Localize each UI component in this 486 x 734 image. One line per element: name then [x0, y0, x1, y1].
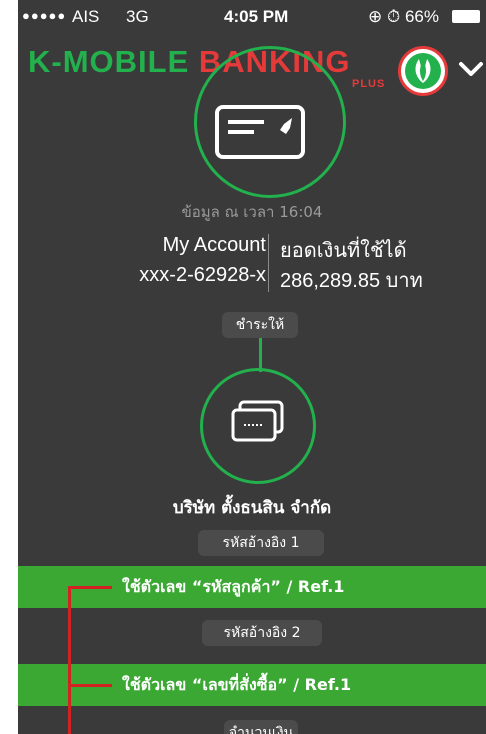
biller-company-name: บริษัท ตั้งธนสิน จำกัด	[172, 498, 332, 518]
pay-to-label: ชำระให้	[222, 312, 298, 338]
balance-timestamp: ข้อมูล ณ เวลา 16:04	[181, 203, 323, 221]
reference-1-label: รหัสอ้างอิง 1	[198, 530, 324, 556]
account-name: My Account	[162, 234, 266, 256]
credit-card-icon	[215, 105, 305, 159]
available-balance-label: ยอดเงินที่ใช้ได้	[280, 240, 407, 262]
kbank-logo-icon[interactable]	[398, 46, 448, 96]
status-bar: ●●●●● AIS 3G 4:05 PM ⊕ ⏱ 66%	[18, 0, 486, 34]
reference-1-hint: ใช้ตัวเลข “รหัสลูกค้า” / Ref.1	[122, 577, 345, 596]
signal-strength-icon: ●●●●●	[22, 8, 67, 23]
connector-line	[259, 338, 262, 372]
network-type: 3G	[126, 7, 149, 26]
carrier-name: AIS	[72, 7, 100, 26]
chevron-down-icon[interactable]	[456, 54, 486, 84]
available-balance-value: 286,289.85 บาท	[280, 270, 423, 292]
account-number: xxx-2-62928-x	[139, 264, 266, 286]
brand-k-mobile: K-MOBILE	[28, 44, 199, 79]
annotation-pointer-2	[68, 684, 112, 687]
reference-2-hint: ใช้ตัวเลข “เลขที่สั่งซื้อ” / Ref.1	[122, 675, 352, 694]
amount-label: จำนวนเงิน	[224, 720, 298, 734]
battery-percent: ⊕ ⏱ 66%	[368, 7, 439, 26]
status-time: 4:05 PM	[224, 7, 289, 26]
battery-icon	[452, 10, 480, 23]
annotation-pointer-1	[68, 586, 112, 589]
account-divider	[268, 234, 269, 292]
bill-icon	[231, 400, 284, 442]
brand-plus: PLUS	[352, 78, 386, 90]
reference-2-label: รหัสอ้างอิง 2	[202, 620, 322, 646]
app-screen: ●●●●● AIS 3G 4:05 PM ⊕ ⏱ 66% K-MOBILE BA…	[18, 0, 486, 734]
annotation-bracket	[68, 588, 71, 734]
